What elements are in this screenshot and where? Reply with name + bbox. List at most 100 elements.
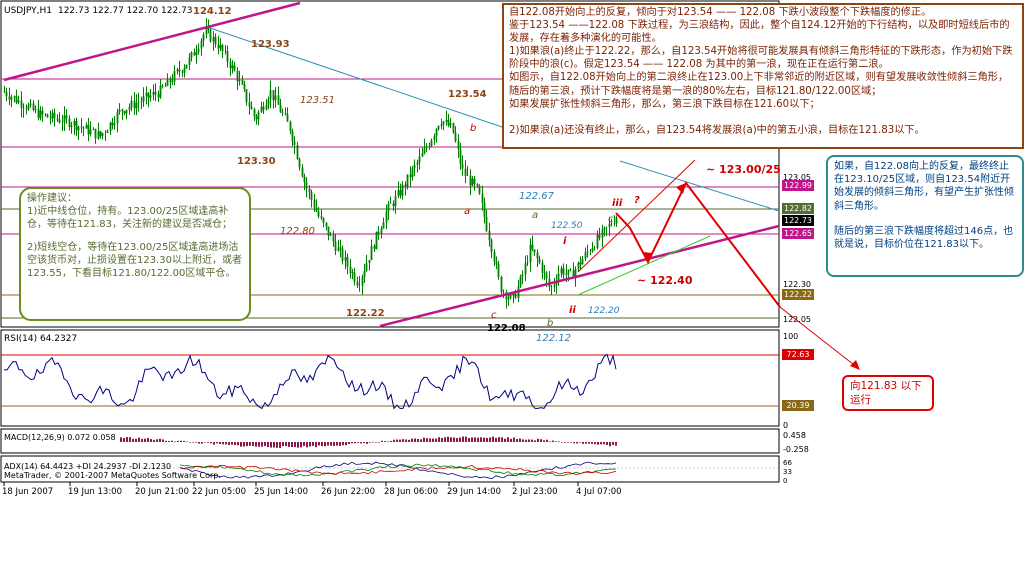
- macd-bar: [264, 442, 266, 447]
- macd-bar: [525, 439, 527, 442]
- macd-bar: [171, 440, 173, 442]
- wave-label-i: i: [563, 236, 567, 247]
- macd-bar: [189, 442, 191, 443]
- rsi-axis-0: 0: [783, 421, 788, 430]
- macd-bar: [255, 442, 257, 447]
- macd-axis-bottom: -0.258: [783, 445, 809, 454]
- label-123-93: 123.93: [251, 39, 290, 50]
- macd-bar: [129, 437, 131, 442]
- x-tick-label: 25 Jun 14:00: [254, 487, 308, 497]
- macd-bar: [249, 442, 251, 446]
- note-right-line: [834, 213, 1016, 225]
- note-right-line: 如果，自122.08向上的反复，最终终止在123.10/25区域，则自123.5…: [834, 161, 1014, 212]
- macd-bar: [465, 436, 467, 442]
- macd-bar: [588, 442, 590, 444]
- label-123-54: 123.54: [448, 89, 487, 100]
- chart-header: USDJPY,H1 122.73 122.77 122.70 122.73: [4, 6, 193, 16]
- macd-bar: [288, 442, 290, 447]
- label-124-12: 124.12: [193, 6, 232, 17]
- macd-bar: [351, 442, 353, 444]
- macd-bar: [300, 442, 302, 448]
- macd-bar: [543, 440, 545, 442]
- adx-axis-33: 33: [783, 468, 792, 476]
- macd-bar: [603, 442, 605, 445]
- macd-bar: [219, 442, 221, 444]
- macd-bar: [516, 439, 518, 442]
- macd-bar: [258, 442, 260, 447]
- macd-bar: [453, 437, 455, 442]
- macd-bar: [477, 437, 479, 442]
- target-label-122-40: ~ 122.40: [637, 274, 693, 287]
- macd-bar: [186, 441, 188, 443]
- macd-bar: [336, 442, 338, 446]
- macd-bar: [282, 442, 284, 447]
- wave-label-b1: b: [470, 123, 476, 134]
- macd-bar: [474, 437, 476, 442]
- macd-bar: [573, 442, 575, 444]
- price-tag-122-22: 122.22: [782, 289, 814, 300]
- macd-bar: [441, 438, 443, 442]
- macd-bar: [378, 442, 380, 443]
- macd-bar: [492, 436, 494, 442]
- x-tick-label: 20 Jun 21:00: [135, 487, 189, 497]
- macd-bar: [267, 442, 269, 448]
- analysis-note-right: 如果，自122.08向上的反复，最终终止在123.10/25区域，则自123.5…: [826, 155, 1024, 277]
- macd-bar: [564, 442, 566, 443]
- macd-bar: [162, 439, 164, 442]
- adx-line: [179, 463, 617, 477]
- macd-bar: [375, 442, 377, 443]
- macd-bar: [156, 439, 158, 442]
- macd-bar: [381, 440, 383, 442]
- time-axis: 18 Jun 2007 19 Jun 13:00 20 Jun 21:00 22 Ju…: [2, 482, 622, 497]
- macd-bar: [123, 437, 125, 442]
- macd-bar: [423, 437, 425, 442]
- macd-bar: [540, 439, 542, 442]
- macd-bar: [372, 441, 374, 443]
- adx-label: ADX(14) 64.4423 +DI 24.2937 -DI 2.1230: [4, 462, 171, 471]
- macd-bar: [348, 442, 350, 444]
- macd-bar: [558, 441, 560, 443]
- x-tick-label: 19 Jun 13:00: [68, 487, 122, 497]
- macd-bar: [195, 442, 197, 443]
- label-122-67: 122.67: [519, 191, 555, 202]
- rsi-panel: RSI(14) 64.2327 100 0: [1, 332, 798, 430]
- macd-bar: [576, 442, 578, 444]
- macd-bar: [615, 442, 617, 446]
- label-123-51: 123.51: [300, 95, 335, 106]
- label-122-08: 122.08: [487, 323, 526, 334]
- macd-bar: [294, 442, 296, 448]
- macd-bar: [501, 437, 503, 442]
- macd-bar: [369, 442, 371, 443]
- macd-bar: [318, 442, 320, 446]
- macd-bar: [459, 437, 461, 442]
- wave-label-c1: c: [491, 310, 497, 321]
- macd-bar: [405, 439, 407, 442]
- rsi-line: [4, 353, 617, 410]
- triangle-upper-line: [577, 159, 696, 273]
- macd-bar: [237, 442, 239, 446]
- price-tag-122-65: 122.65: [782, 228, 814, 239]
- macd-bar: [585, 442, 587, 444]
- macd-bar: [225, 442, 227, 445]
- note-top-line: 1)如果浪(a)终止于122.22，那么，自123.54开始将很可能发展具有倾斜…: [509, 46, 1013, 71]
- macd-bar: [438, 437, 440, 442]
- note-left-line: [27, 231, 243, 241]
- label-122-20: 122.20: [588, 306, 620, 316]
- macd-bar: [582, 442, 584, 444]
- macd-bar: [426, 438, 428, 442]
- wave-label-a2: a: [532, 210, 538, 221]
- macd-bar: [153, 439, 155, 442]
- macd-bar: [432, 438, 434, 442]
- macd-bar: [519, 438, 521, 442]
- target-note: 向121.83 以下运行: [842, 375, 934, 411]
- wave-label-question: ?: [634, 195, 640, 206]
- macd-bar: [141, 438, 143, 442]
- macd-bar: [498, 437, 500, 442]
- macd-bar: [327, 442, 329, 446]
- macd-bar: [150, 439, 152, 442]
- macd-bar: [549, 441, 551, 443]
- wave-label-b2: b: [547, 318, 553, 329]
- macd-bar: [306, 442, 308, 448]
- macd-bar: [468, 437, 470, 442]
- macd-bar: [597, 442, 599, 445]
